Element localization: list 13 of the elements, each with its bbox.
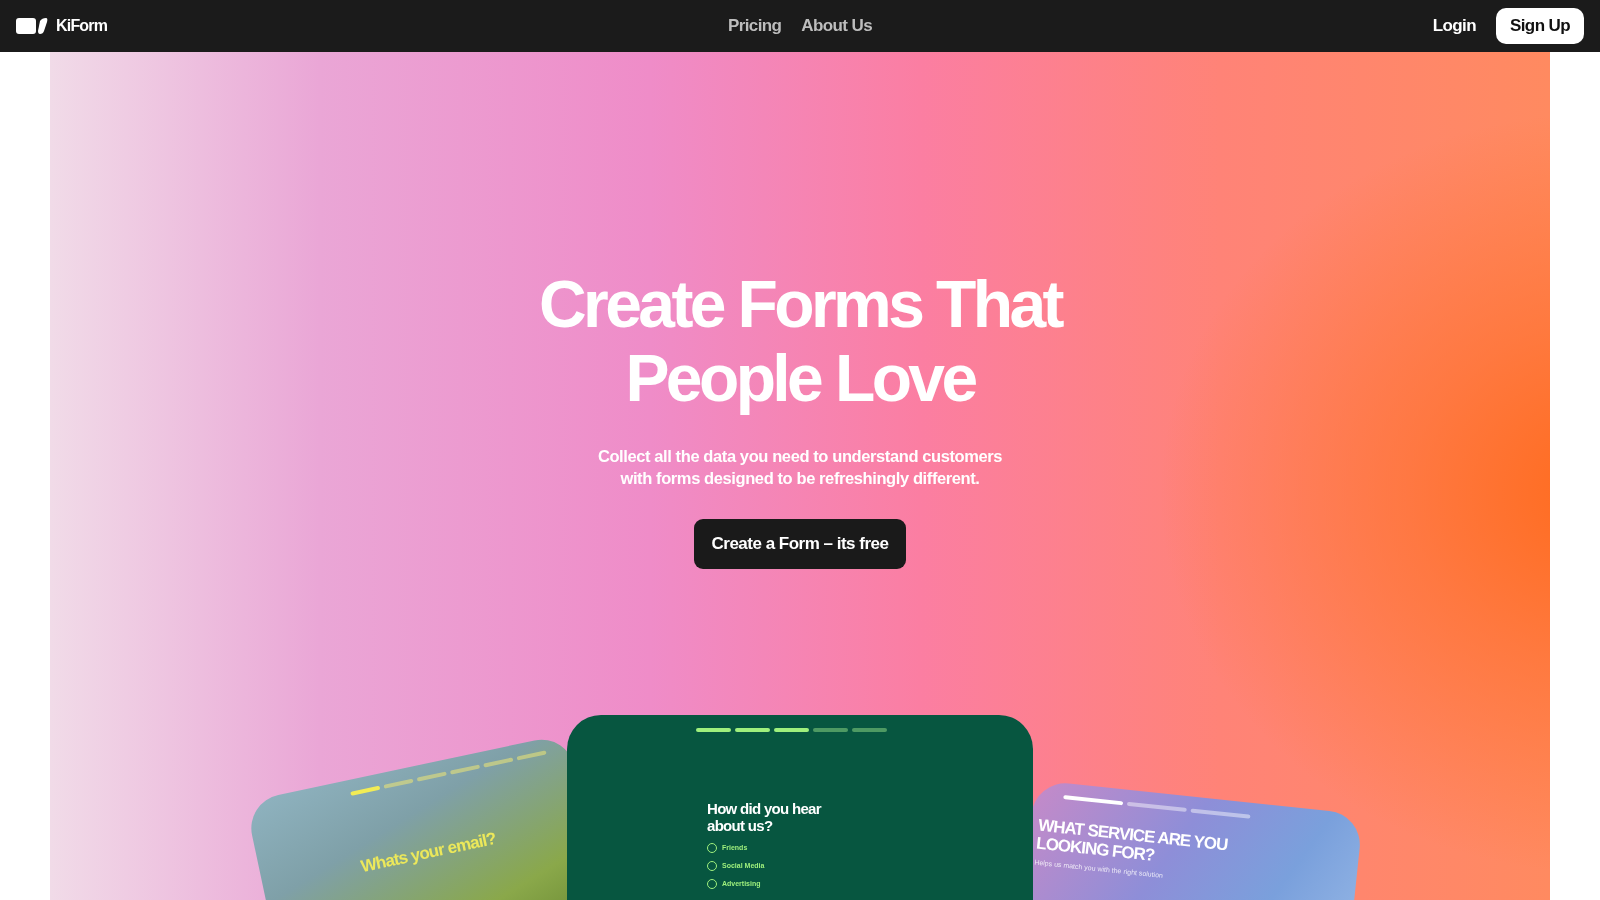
hero-subtitle-line: with forms designed to be refreshingly different. xyxy=(620,468,980,489)
logo-icon xyxy=(16,17,48,35)
create-form-button[interactable]: Create a Form – its free xyxy=(693,519,907,569)
sign-up-button[interactable]: Sign Up xyxy=(1496,8,1584,44)
nav-link[interactable]: About Us xyxy=(801,16,873,36)
question-heading: How did you hear about us? xyxy=(707,800,823,835)
brand-name: KiForm xyxy=(56,17,108,35)
nav-link[interactable]: Pricing xyxy=(727,16,782,36)
question-heading: Whats your email? xyxy=(359,828,498,878)
hero-title-line: Create Forms That xyxy=(539,267,1061,341)
hero-title-line: People Love xyxy=(624,341,977,415)
login-link[interactable]: Login xyxy=(1432,16,1476,36)
hero-subtitle-line: Collect all the data you need to understand customers xyxy=(597,446,1003,467)
